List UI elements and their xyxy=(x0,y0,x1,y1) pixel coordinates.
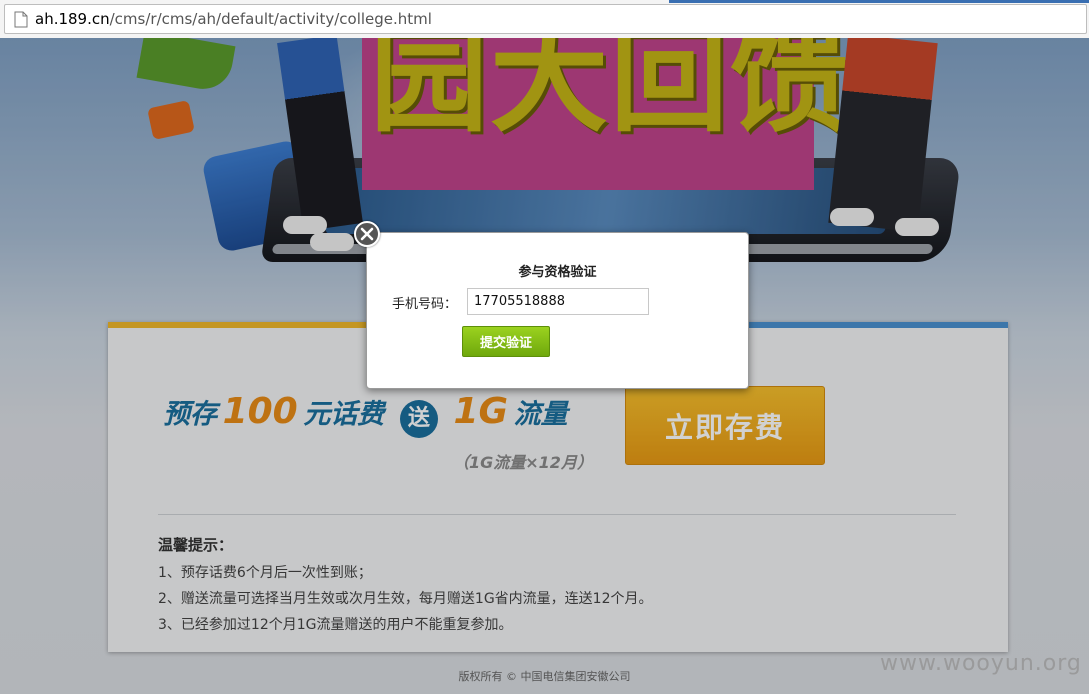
phone-number-label: 手机号码： xyxy=(392,297,458,312)
url-field[interactable]: ah.189.cn/cms/r/cms/ah/default/activity/… xyxy=(4,4,1087,34)
page-icon xyxy=(14,11,28,28)
browser-address-bar: ah.189.cn/cms/r/cms/ah/default/activity/… xyxy=(0,0,1089,39)
browser-tab-strip xyxy=(669,0,1089,3)
url-path: /cms/r/cms/ah/default/activity/college.h… xyxy=(109,10,432,28)
close-dialog-button[interactable] xyxy=(354,221,380,247)
url-text: ah.189.cn/cms/r/cms/ah/default/activity/… xyxy=(35,10,432,28)
phone-number-input[interactable] xyxy=(467,288,649,315)
verification-dialog: 参与资格验证 手机号码： 提交验证 xyxy=(366,232,749,389)
close-icon xyxy=(360,227,374,241)
url-host: ah.189.cn xyxy=(35,10,110,28)
submit-verification-button[interactable]: 提交验证 xyxy=(462,326,550,357)
dialog-title: 参与资格验证 xyxy=(518,265,597,280)
